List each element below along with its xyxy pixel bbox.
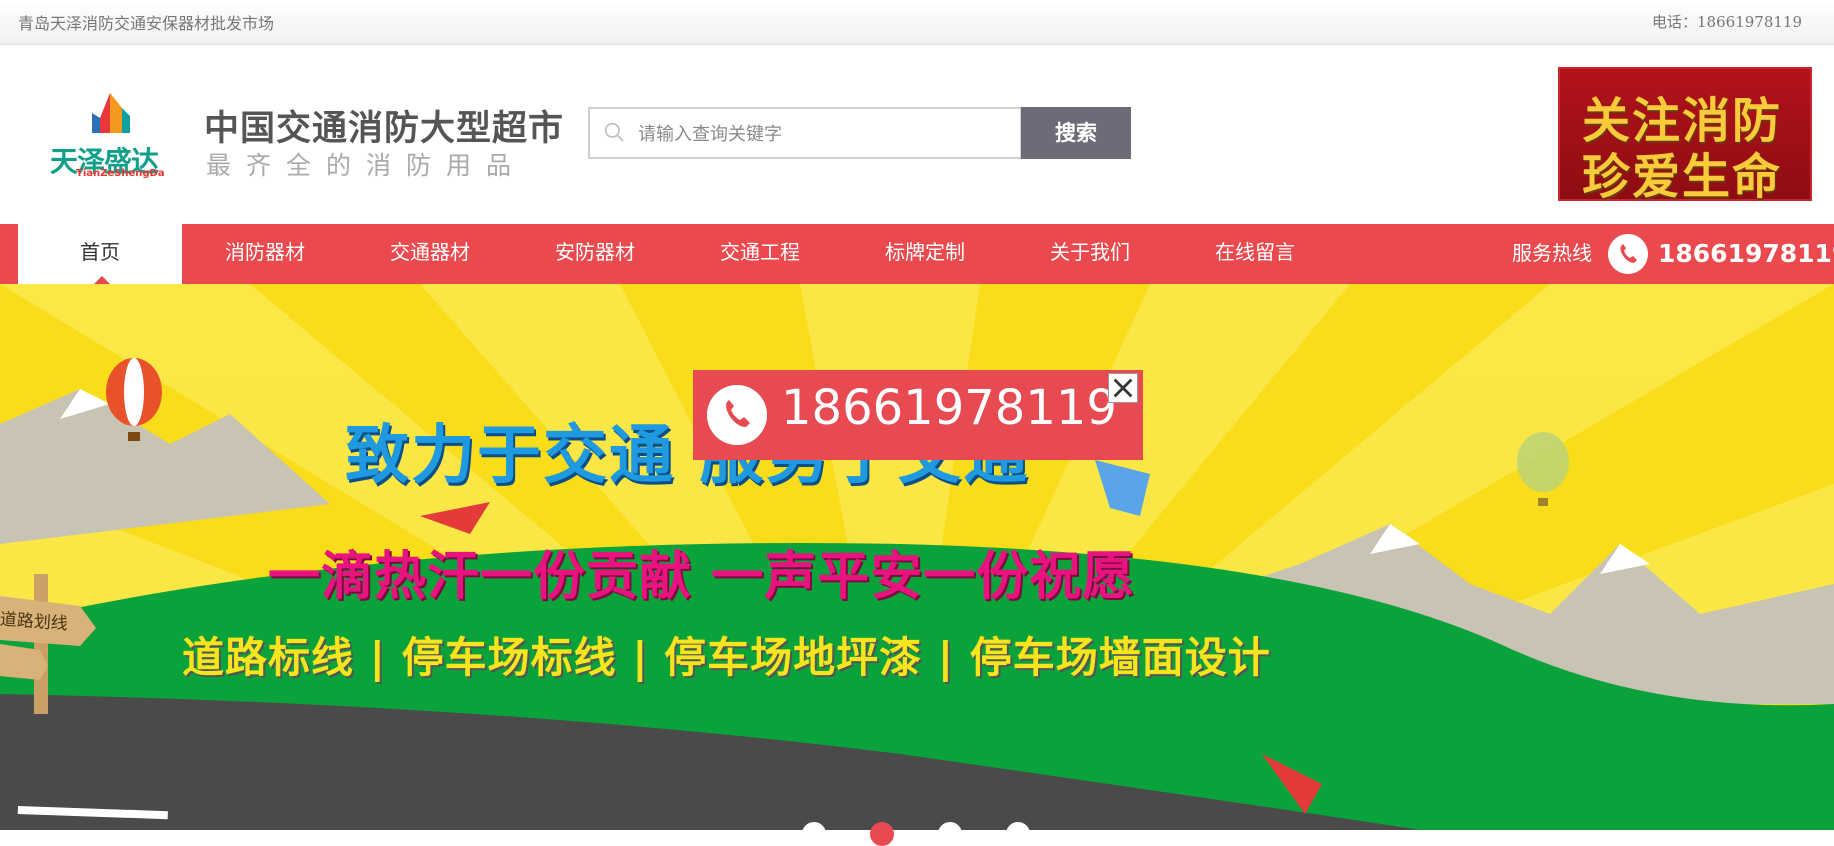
nav-item-label: 交通器材	[390, 240, 470, 264]
nav-item-label: 交通工程	[720, 240, 800, 264]
nav-item-home[interactable]: 首页	[18, 224, 182, 284]
logo-pinyin: TianZeShengDa	[76, 168, 165, 179]
fire-safety-badge[interactable]: 关注消防 珍爱生命	[1558, 67, 1812, 205]
site-title: 中国交通消防大型超市	[204, 109, 565, 149]
phone-icon	[707, 385, 767, 445]
sign-label: 道路划线	[0, 609, 69, 635]
slide-dot[interactable]	[802, 822, 826, 846]
search-button[interactable]: 搜索	[1021, 107, 1131, 159]
slide-dot[interactable]	[938, 822, 962, 846]
nav-item-fire-equipment[interactable]: 消防器材	[183, 224, 347, 284]
nav-item-label: 关于我们	[1050, 240, 1130, 264]
banner-services: 道路标线 | 停车场标线 | 停车场地坪漆 | 停车场墙面设计	[182, 633, 1271, 682]
nav-item-label: 安防器材	[555, 240, 635, 264]
hotline-number[interactable]: 18661978119	[1658, 224, 1834, 284]
search-icon	[604, 122, 624, 142]
nav-item-label: 消防器材	[225, 240, 305, 264]
nav-item-security-equipment[interactable]: 安防器材	[513, 224, 677, 284]
hotline-label: 服务热线	[1512, 241, 1592, 265]
close-icon[interactable]	[1108, 373, 1138, 403]
nav-item-guestbook[interactable]: 在线留言	[1173, 224, 1337, 284]
main-nav: 首页 消防器材 交通器材 安防器材 交通工程 标牌定制 关于我们 在线留言 服务…	[0, 224, 1834, 284]
nav-item-about-us[interactable]: 关于我们	[1008, 224, 1172, 284]
top-bar: 青岛天泽消防交通安保器材批发市场 电话：18661978119	[0, 0, 1834, 45]
active-caret-icon	[94, 276, 110, 284]
nav-item-label: 在线留言	[1215, 240, 1295, 264]
slide-dot[interactable]	[1006, 822, 1030, 846]
search-box	[588, 107, 1022, 159]
search-input[interactable]	[636, 117, 1010, 151]
banner-slogan-secondary: 一滴热汗一份贡献 一声平安一份祝愿	[268, 547, 1136, 607]
nav-item-label: 首页	[80, 240, 120, 264]
site-name: 青岛天泽消防交通安保器材批发市场	[18, 14, 275, 33]
nav-item-custom-signs[interactable]: 标牌定制	[843, 224, 1007, 284]
hero-banner[interactable]: 致力于交通 服务于交通 一滴热汗一份贡献 一声平安一份祝愿 道路标线 | 停车场…	[0, 284, 1834, 830]
phone-popup[interactable]: 18661978119	[693, 370, 1143, 460]
top-phone: 电话：18661978119	[1652, 13, 1802, 31]
nav-item-traffic-engineering[interactable]: 交通工程	[678, 224, 842, 284]
nav-item-traffic-equipment[interactable]: 交通器材	[348, 224, 512, 284]
phone-icon	[1608, 234, 1648, 274]
popup-phone-number[interactable]: 18661978119	[781, 380, 1117, 436]
nav-item-label: 标牌定制	[885, 240, 965, 264]
slide-dot-active[interactable]	[870, 822, 894, 846]
badge-line2: 珍爱生命	[1582, 149, 1783, 205]
site-subtitle: 最齐全的消防用品	[206, 151, 527, 180]
